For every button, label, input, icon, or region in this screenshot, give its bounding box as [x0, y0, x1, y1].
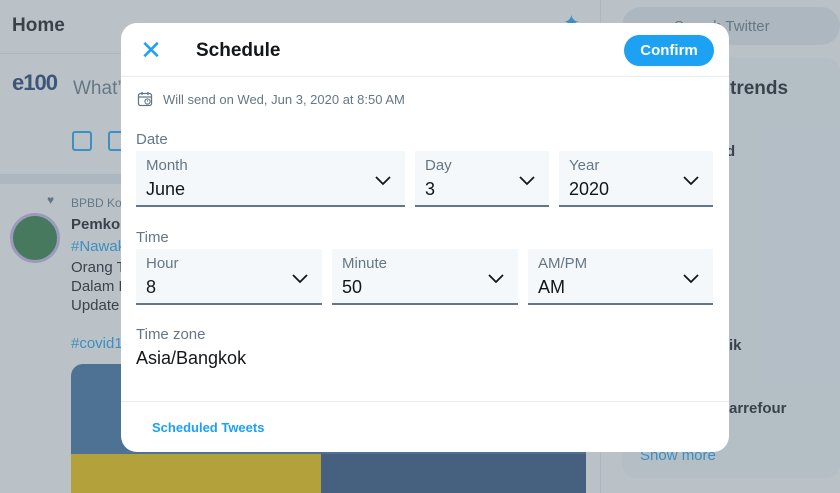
month-select[interactable]: Month June — [136, 151, 405, 207]
calendar-icon — [137, 92, 153, 107]
month-label: Month — [146, 157, 188, 174]
modal-header: ✕ Schedule Confirm — [121, 23, 729, 77]
year-select[interactable]: Year 2020 — [559, 151, 713, 207]
day-label: Day — [425, 157, 452, 174]
ampm-label: AM/PM — [538, 255, 588, 272]
chevron-down-icon — [683, 274, 699, 284]
confirm-button[interactable]: Confirm — [624, 35, 714, 66]
day-value: 3 — [425, 179, 436, 199]
will-send-info: Will send on Wed, Jun 3, 2020 at 8:50 AM — [137, 89, 405, 109]
day-select[interactable]: Day 3 — [415, 151, 549, 207]
scheduled-tweets-link[interactable]: Scheduled Tweets — [152, 420, 264, 435]
time-section-label: Time — [136, 229, 169, 246]
will-send-text: Will send on Wed, Jun 3, 2020 at 8:50 AM — [163, 91, 405, 107]
timezone-value: Asia/Bangkok — [136, 348, 247, 368]
year-value: 2020 — [569, 179, 610, 199]
hour-value: 8 — [146, 277, 157, 297]
minute-select[interactable]: Minute 50 — [332, 249, 518, 305]
chevron-down-icon — [375, 176, 391, 186]
schedule-modal: ✕ Schedule Confirm Will send on Wed, Jun… — [121, 23, 729, 452]
chevron-down-icon — [488, 274, 504, 284]
date-section-label: Date — [136, 131, 168, 148]
timezone-label: Time zone — [136, 326, 206, 343]
hour-select[interactable]: Hour 8 — [136, 249, 322, 305]
year-label: Year — [569, 157, 600, 174]
month-value: June — [146, 179, 186, 199]
chevron-down-icon — [519, 176, 535, 186]
ampm-select[interactable]: AM/PM AM — [528, 249, 713, 305]
ampm-value: AM — [538, 277, 565, 297]
modal-title: Schedule — [196, 40, 281, 61]
minute-value: 50 — [342, 277, 363, 297]
chevron-down-icon — [683, 176, 699, 186]
hour-label: Hour — [146, 255, 179, 272]
minute-label: Minute — [342, 255, 388, 272]
chevron-down-icon — [292, 274, 308, 284]
close-button[interactable]: ✕ — [133, 33, 169, 69]
close-icon: ✕ — [140, 35, 162, 65]
